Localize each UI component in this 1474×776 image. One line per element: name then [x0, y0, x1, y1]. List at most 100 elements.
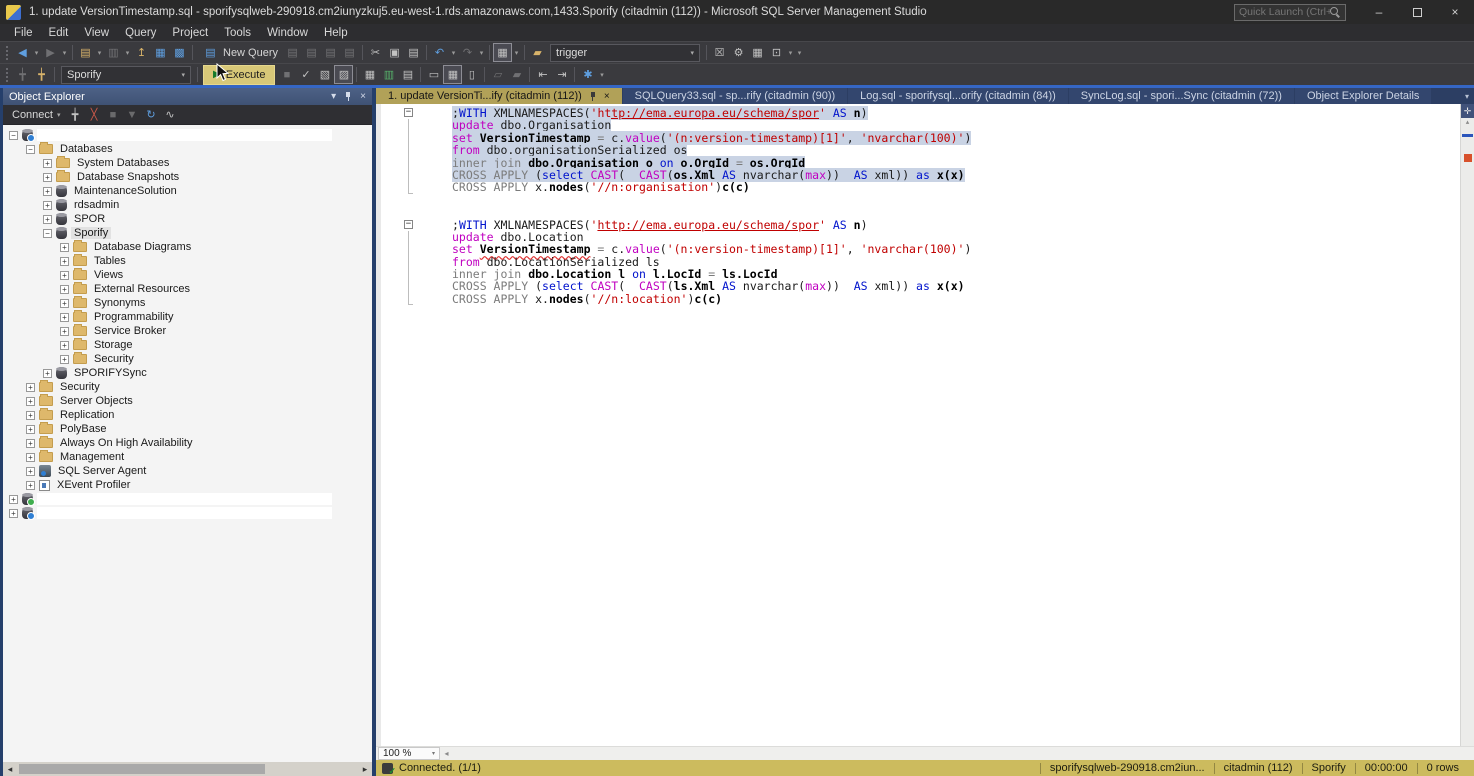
code-line[interactable]: CROSS APPLY x.nodes('//n:organisation')c… [381, 181, 1460, 193]
filter-icon[interactable]: ▼ [123, 105, 142, 124]
minimize-button[interactable]: – [1360, 0, 1398, 24]
tree-node-external-resources[interactable]: +External Resources [3, 282, 372, 296]
wrench-icon[interactable]: ⚙ [729, 43, 748, 62]
new-dmx-query-icon[interactable]: ▤ [321, 43, 340, 62]
expander-icon[interactable]: − [9, 131, 18, 140]
scroll-right-icon[interactable]: ▸ [358, 764, 372, 775]
expander-icon[interactable]: + [60, 299, 69, 308]
execute-button[interactable]: ▶ Execute [203, 65, 275, 85]
refresh-icon[interactable]: ↻ [142, 105, 161, 124]
toolbox-icon[interactable]: ▦ [748, 43, 767, 62]
comment-selection-icon[interactable]: ▱ [488, 65, 507, 84]
available-databases-icon[interactable]: ╈ [13, 65, 32, 84]
toolbar-grip-handle[interactable] [6, 68, 9, 82]
save-icon[interactable]: ▦ [151, 43, 170, 62]
tree-node-server[interactable]: − [3, 128, 372, 142]
close-icon[interactable]: × [604, 91, 610, 102]
scroll-left-icon[interactable]: ◂ [440, 749, 453, 758]
open-file-icon[interactable]: ▥ [104, 43, 123, 62]
tree-node-storage[interactable]: +Storage [3, 338, 372, 352]
undo-dropdown-icon[interactable]: ▾ [449, 43, 458, 62]
expander-icon[interactable]: + [60, 285, 69, 294]
expander-icon[interactable]: − [43, 229, 52, 238]
paste-icon[interactable]: ▤ [404, 43, 423, 62]
code-area[interactable]: −;WITH XMLNAMESPACES('http://ema.europa.… [376, 104, 1460, 746]
tree-node-management[interactable]: +Management [3, 450, 372, 464]
tree-node-always-on-high-availability[interactable]: +Always On High Availability [3, 436, 372, 450]
xml-editor-icon[interactable]: ☒ [710, 43, 729, 62]
activity-monitor-icon[interactable]: ∿ [161, 105, 180, 124]
expander-icon[interactable]: + [26, 467, 35, 476]
menu-project[interactable]: Project [164, 27, 216, 39]
toolbar-grip-handle[interactable] [6, 46, 9, 60]
tab-3[interactable]: Log.sql - sporifysql...orify (citadmin (… [848, 88, 1068, 104]
tree-node-server-objects[interactable]: +Server Objects [3, 394, 372, 408]
expander-icon[interactable]: − [26, 145, 35, 154]
tree-node-views[interactable]: +Views [3, 268, 372, 282]
expander-icon[interactable]: + [60, 327, 69, 336]
expander-icon[interactable]: + [43, 173, 52, 182]
tab-list-chevron-icon[interactable]: ▾ [1460, 88, 1474, 104]
expander-icon[interactable]: + [43, 369, 52, 378]
expander-icon[interactable]: + [26, 411, 35, 420]
expander-icon[interactable]: + [60, 355, 69, 364]
splitter-handle-icon[interactable]: ✛ [1461, 104, 1474, 118]
tree-node-xevent-profiler[interactable]: +XEvent Profiler [3, 478, 372, 492]
tree-node-security[interactable]: +Security [3, 380, 372, 394]
expander-icon[interactable]: + [26, 439, 35, 448]
tree-node-server[interactable]: + [3, 506, 372, 520]
console-dropdown-icon[interactable]: ▾ [786, 43, 795, 62]
new-project-icon[interactable]: ▤ [76, 43, 95, 62]
expander-icon[interactable]: + [9, 495, 18, 504]
query-options-icon[interactable]: ▨ [334, 65, 353, 84]
cancel-query-icon[interactable]: ■ [277, 65, 296, 84]
close-button[interactable]: × [1436, 0, 1474, 24]
include-actual-plan-icon[interactable]: ▦ [360, 65, 379, 84]
scroll-track[interactable] [17, 762, 358, 776]
add-item-icon[interactable]: ↥ [132, 43, 151, 62]
menu-edit[interactable]: Edit [41, 27, 77, 39]
tree-node-polybase[interactable]: +PolyBase [3, 422, 372, 436]
pin-icon[interactable] [589, 91, 597, 102]
nav-forward-icon[interactable]: ▶ [41, 43, 60, 62]
tree-node-security[interactable]: +Security [3, 352, 372, 366]
collapse-icon[interactable]: − [404, 108, 413, 117]
cut-icon[interactable]: ✂ [366, 43, 385, 62]
connect-button[interactable]: Connect ▾ [7, 109, 66, 121]
quick-launch-input[interactable] [1239, 6, 1330, 18]
scroll-up-icon[interactable]: ▴ [1466, 118, 1470, 128]
expander-icon[interactable]: + [26, 425, 35, 434]
results-to-grid-icon[interactable]: ▦ [443, 65, 462, 84]
display-estimated-plan-icon[interactable]: ▧ [315, 65, 334, 84]
increase-indent-icon[interactable]: ⇥ [552, 65, 571, 84]
query-designer-icon[interactable]: ▦ [493, 43, 512, 62]
close-icon[interactable]: × [360, 91, 366, 102]
expander-icon[interactable]: + [60, 243, 69, 252]
tree-node-database-diagrams[interactable]: +Database Diagrams [3, 240, 372, 254]
scroll-track[interactable] [453, 747, 1474, 760]
nav-forward-dropdown-icon[interactable]: ▾ [60, 43, 69, 62]
scroll-left-icon[interactable]: ◂ [3, 764, 17, 775]
tab-4[interactable]: SyncLog.sql - spori...Sync (citadmin (72… [1069, 88, 1294, 104]
tree-node-service-broker[interactable]: +Service Broker [3, 324, 372, 338]
tree-node-database-snapshots[interactable]: +Database Snapshots [3, 170, 372, 184]
scroll-track[interactable] [1461, 128, 1474, 746]
zoom-combo[interactable]: 100 % ▾ [378, 747, 440, 760]
copy-icon[interactable]: ▣ [385, 43, 404, 62]
tab-1[interactable]: 1. update VersionTi...ify (citadmin (112… [376, 88, 622, 104]
new-query-button[interactable]: ▤New Query [196, 43, 283, 62]
expander-icon[interactable]: + [26, 397, 35, 406]
quick-launch-box[interactable] [1234, 4, 1346, 21]
stop-icon[interactable]: ■ [104, 105, 123, 124]
toolbar-overflow-icon[interactable]: ▾ [795, 43, 804, 62]
parse-query-icon[interactable]: ✓ [296, 65, 315, 84]
disconnect-icon[interactable]: ╳ [85, 105, 104, 124]
results-to-file-icon[interactable]: ▯ [462, 65, 481, 84]
tab-5[interactable]: Object Explorer Details [1295, 88, 1432, 104]
tree-node-synonyms[interactable]: +Synonyms [3, 296, 372, 310]
uncomment-selection-icon[interactable]: ▰ [507, 65, 526, 84]
open-file-dropdown-icon[interactable]: ▾ [123, 43, 132, 62]
tree-node-maintenancesolution[interactable]: +MaintenanceSolution [3, 184, 372, 198]
nav-back-dropdown-icon[interactable]: ▾ [32, 43, 41, 62]
scroll-thumb[interactable] [19, 764, 265, 774]
